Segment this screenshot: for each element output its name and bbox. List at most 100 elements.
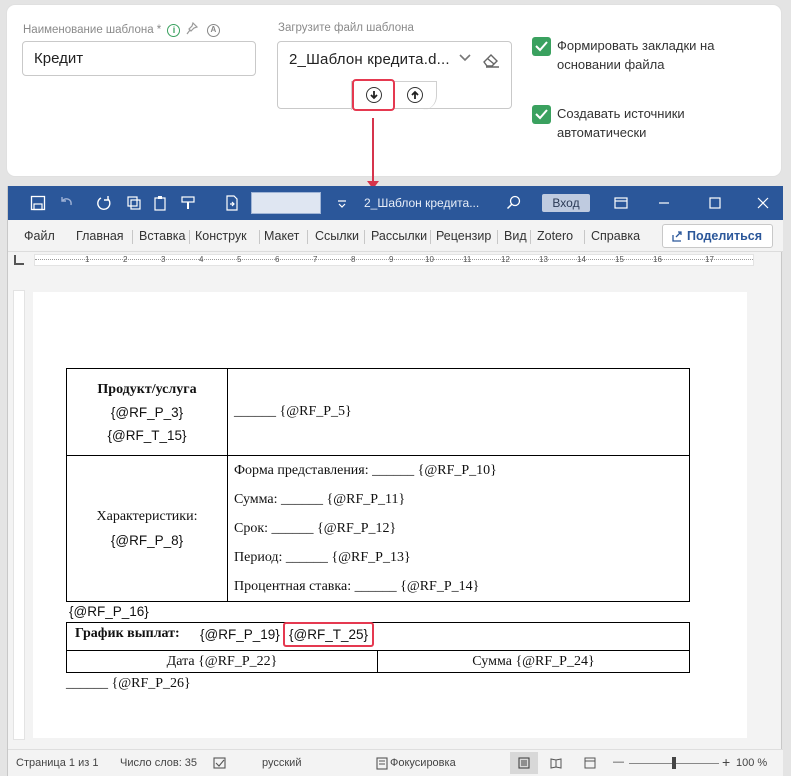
web-layout-icon[interactable] — [584, 757, 596, 769]
zoom-in-button[interactable]: + — [722, 754, 730, 770]
ruler-number: 6 — [275, 255, 280, 264]
close-icon[interactable] — [755, 195, 771, 211]
chevron-down-icon[interactable] — [459, 54, 471, 62]
language[interactable]: русский — [262, 757, 301, 769]
ruler-number: 16 — [653, 255, 662, 264]
tab-design[interactable]: Конструк — [195, 229, 247, 243]
tab-file[interactable]: Файл — [24, 229, 55, 243]
customize-toolbar-icon[interactable] — [334, 195, 350, 211]
ruler-number: 3 — [161, 255, 166, 264]
copy-icon[interactable] — [126, 195, 142, 211]
format-painter-icon[interactable] — [180, 195, 196, 211]
maximize-icon[interactable] — [707, 195, 723, 211]
template-form-panel: Наименование шаблона * i A Кредит Загруз… — [6, 4, 782, 177]
redo-icon[interactable] — [96, 195, 112, 211]
characteristics-label: Характеристики: — [96, 509, 198, 524]
payment-schedule-table: График выплат: {@RF_P_19} {@RF_T_25} Дат… — [66, 622, 690, 673]
auto-icon[interactable]: A — [206, 23, 220, 37]
undo-icon[interactable] — [58, 195, 74, 211]
zoom-slider-thumb[interactable] — [672, 757, 676, 769]
document-icon[interactable] — [224, 195, 240, 211]
page-count[interactable]: Страница 1 из 1 — [16, 757, 98, 769]
tab-references[interactable]: Ссылки — [315, 229, 359, 243]
template-name-input[interactable]: Кредит — [22, 41, 256, 76]
ruler-number: 12 — [501, 255, 510, 264]
tab-layout[interactable]: Макет — [264, 229, 299, 243]
ribbon-separator — [430, 230, 431, 244]
ribbon-separator — [259, 230, 260, 244]
signin-button[interactable]: Вход — [542, 194, 590, 212]
product-value-cell: ______ {@RF_P_5} — [227, 368, 690, 456]
zoom-out-button[interactable]: — — [613, 756, 624, 768]
eraser-icon[interactable] — [482, 52, 500, 68]
upload-template-button[interactable] — [402, 83, 426, 107]
search-icon[interactable] — [506, 195, 522, 211]
sources-checkbox-label[interactable]: Создавать источники автоматически — [557, 104, 685, 142]
date-column-header: Дата {@RF_P_22} — [67, 651, 378, 672]
bookmarks-checkbox-label[interactable]: Формировать закладки на основании файла — [557, 36, 714, 74]
vertical-ruler[interactable] — [13, 290, 25, 740]
ruler-number: 14 — [577, 255, 586, 264]
pin-icon[interactable] — [186, 21, 198, 38]
paste-icon[interactable] — [153, 195, 169, 211]
ruler-number: 13 — [539, 255, 548, 264]
save-icon[interactable] — [30, 195, 46, 211]
horizontal-ruler[interactable]: 1 2 3 4 5 6 7 8 9 10 11 12 13 14 15 16 1… — [34, 254, 754, 266]
tab-stop-selector[interactable] — [14, 255, 24, 265]
word-count[interactable]: Число слов: 35 — [120, 757, 197, 769]
sources-checkbox[interactable] — [532, 105, 551, 124]
connector-arrow-line — [372, 118, 374, 182]
status-bar: Страница 1 из 1 Число слов: 35 русский Ф… — [8, 749, 783, 776]
tab-review[interactable]: Рецензир — [436, 229, 491, 243]
print-layout-icon — [518, 757, 530, 769]
characteristic-line: Процентная ставка: ______ {@RF_P_14} — [234, 579, 480, 594]
ribbon-display-icon[interactable] — [613, 195, 629, 211]
upload-label: Загрузите файл шаблона — [278, 22, 414, 34]
ruler-number: 17 — [705, 255, 714, 264]
word-window: 2_Шаблон кредита... Вход Файл Главная Вс… — [7, 186, 783, 776]
tab-view[interactable]: Вид — [504, 229, 527, 243]
share-icon — [672, 231, 682, 242]
ribbon-separator — [584, 230, 585, 244]
zoom-level[interactable]: 100 % — [736, 757, 767, 769]
characteristic-line: Сумма: ______ {@RF_P_11} — [234, 492, 406, 507]
tab-home[interactable]: Главная — [76, 229, 124, 243]
info-icon[interactable]: i — [167, 23, 181, 37]
file-upload-box[interactable]: 2_Шаблон кредита.d... — [277, 41, 512, 111]
read-mode-icon[interactable] — [550, 757, 562, 769]
checkmark-icon — [535, 109, 548, 120]
bookmarks-checkbox[interactable] — [532, 37, 551, 56]
document-page[interactable]: Продукт/услуга {@RF_P_3} {@RF_T_15} ____… — [33, 292, 747, 738]
checkmark-icon — [535, 41, 548, 52]
print-layout-button[interactable] — [510, 752, 538, 774]
tab-insert[interactable]: Вставка — [139, 229, 185, 243]
characteristic-line: Форма представления: ______ {@RF_P_10} — [234, 463, 497, 478]
download-template-button[interactable] — [352, 79, 395, 111]
field-highlight — [283, 622, 374, 647]
merge-field: {@RF_P_16} — [69, 604, 149, 619]
ruler-number: 15 — [615, 255, 624, 264]
ribbon-separator — [189, 230, 190, 244]
tab-zotero[interactable]: Zotero — [537, 229, 573, 243]
font-size-input[interactable] — [251, 192, 321, 214]
ruler-number: 4 — [199, 255, 204, 264]
focus-icon[interactable] — [376, 757, 388, 770]
product-cell: Продукт/услуга {@RF_P_3} {@RF_T_15} — [66, 368, 228, 456]
ruler-number: 10 — [425, 255, 434, 264]
ribbon-separator — [132, 230, 133, 244]
minimize-icon[interactable] — [656, 195, 672, 211]
tab-mailings[interactable]: Рассылки — [371, 229, 427, 243]
ruler-number: 2 — [123, 255, 128, 264]
word-titlebar: 2_Шаблон кредита... Вход — [8, 186, 783, 220]
proofing-icon[interactable] — [213, 757, 227, 770]
focus-mode[interactable]: Фокусировка — [390, 757, 456, 769]
uploaded-file-name: 2_Шаблон кредита.d... — [289, 51, 450, 68]
merge-field: {@RF_P_8} — [110, 533, 184, 548]
ruler-number: 5 — [237, 255, 242, 264]
merge-field: {@RF_T_15} — [107, 427, 187, 443]
schedule-header-row: График выплат: {@RF_P_19} {@RF_T_25} — [67, 623, 689, 651]
characteristics-values-cell: Форма представления: ______ {@RF_P_10} С… — [227, 455, 690, 602]
share-button[interactable]: Поделиться — [662, 224, 773, 248]
tab-help[interactable]: Справка — [591, 229, 640, 243]
characteristic-line: Период: ______ {@RF_P_13} — [234, 550, 411, 565]
